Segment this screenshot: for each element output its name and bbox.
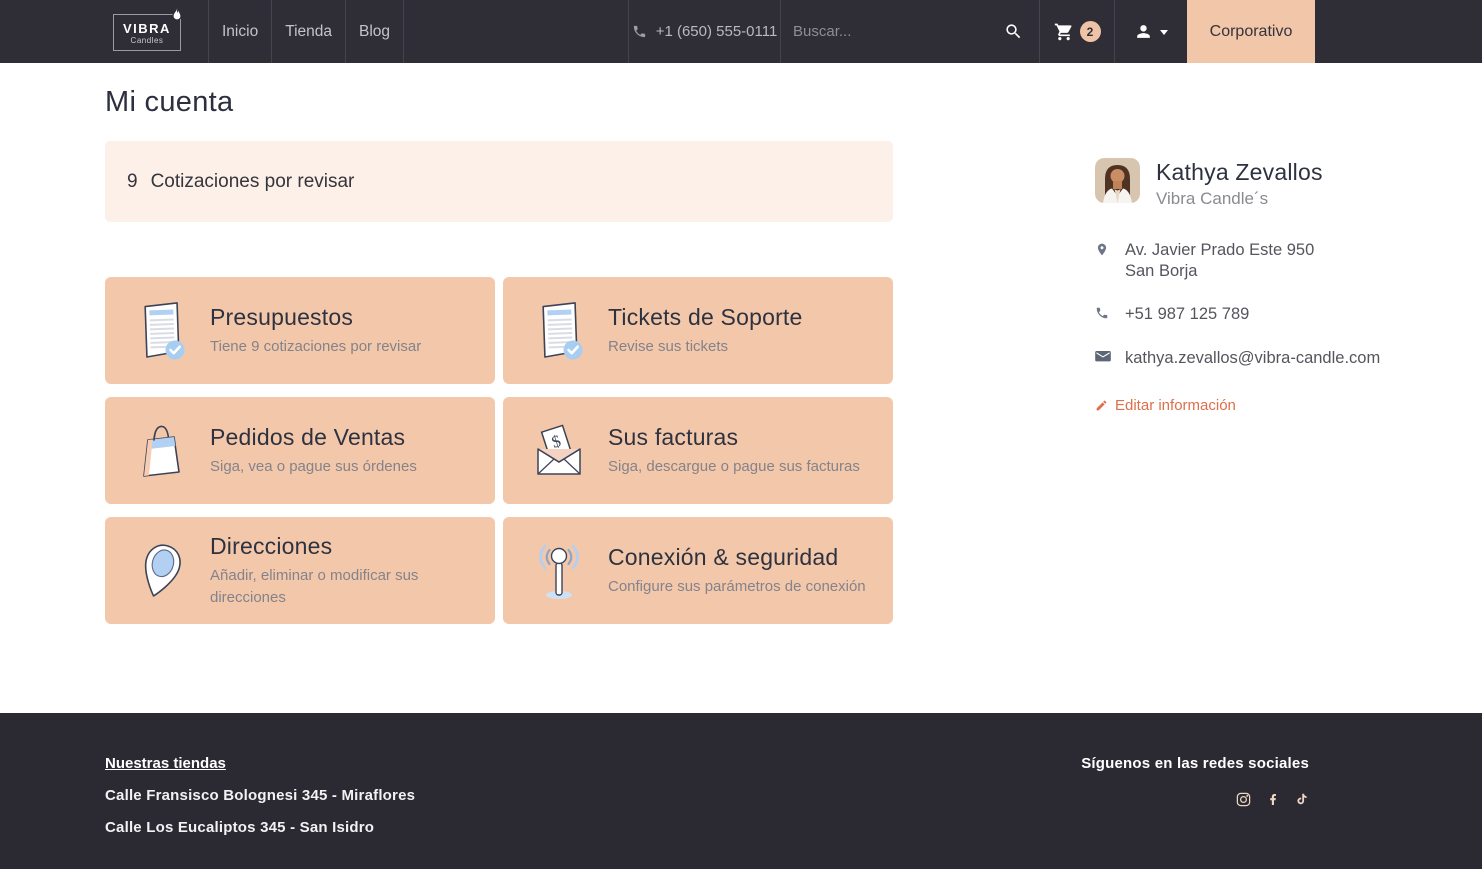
nav-spacer [404,0,628,63]
card-title: Direcciones [210,533,477,560]
edit-info-link[interactable]: Editar información [1095,397,1425,414]
cart-icon [1054,22,1074,42]
profile-phone: +51 987 125 789 [1095,304,1425,326]
card-title: Pedidos de Ventas [210,424,417,451]
footer-social: Síguenos en las redes sociales [1081,755,1309,807]
card-title: Sus facturas [608,424,860,451]
card-pedidos-ventas[interactable]: Pedidos de Ventas Siga, vea o pague sus … [105,397,495,504]
brand-logo[interactable]: VIBRA Candles [113,0,208,63]
address-line-2: San Borja [1125,262,1197,280]
profile-email: kathya.zevallos@vibra-candle.com [1095,348,1425,370]
card-sus-facturas[interactable]: $ Sus facturas Siga, descargue o pague s… [503,397,893,504]
social-title: Síguenos en las redes sociales [1081,755,1309,772]
avatar [1095,158,1140,203]
invoice-envelope-icon: $ [531,418,587,484]
antenna-icon [531,538,587,604]
card-subtitle: Configure sus parámetros de conexión [608,576,866,597]
page-title: Mi cuenta [105,86,233,119]
pencil-icon [1095,399,1108,412]
card-title: Presupuestos [210,304,421,331]
nav-end-spacer [1315,0,1482,63]
profile-company: Vibra Candle´s [1156,189,1323,209]
card-title: Tickets de Soporte [608,304,803,331]
flame-icon [169,6,185,24]
search-icon [1004,22,1023,41]
facebook-icon[interactable] [1266,791,1280,807]
search-input[interactable] [793,23,1000,40]
account-company-button[interactable]: Corporativo [1187,0,1315,63]
contact-info: Av. Javier Prado Este 950 San Borja +51 … [1095,240,1425,370]
card-subtitle: Añadir, eliminar o modificar sus direcci… [210,565,477,608]
page-footer: Nuestras tiendas Calle Fransisco Bologne… [0,713,1482,869]
tiktok-icon[interactable] [1295,791,1309,807]
nav-phone-link[interactable]: +1 (650) 555-0111 [628,0,780,63]
card-subtitle: Tiene 9 cotizaciones por revisar [210,336,421,357]
main-menu: Inicio Tienda Blog [208,0,404,63]
instagram-icon[interactable] [1236,791,1251,807]
stores-title-link[interactable]: Nuestras tiendas [105,755,226,772]
nav-item-blog[interactable]: Blog [345,0,404,63]
card-presupuestos[interactable]: Presupuestos Tiene 9 cotizaciones por re… [105,277,495,384]
card-conexion-seguridad[interactable]: Conexión & seguridad Configure sus parám… [503,517,893,624]
document-check-icon [531,298,587,364]
profile-sidebar: Kathya Zevallos Vibra Candle´s Av. Javie… [1095,158,1425,414]
address-line-1: Av. Javier Prado Este 950 [1125,241,1314,259]
search-bar [780,0,1040,63]
edit-info-label: Editar información [1115,397,1236,414]
brand-name: VIBRA [123,22,171,35]
profile-email-address: kathya.zevallos@vibra-candle.com [1125,348,1380,370]
phone-icon [1095,304,1112,326]
store-address-2: Calle Los Eucaliptos 345 - San Isidro [105,819,415,836]
cart-count-badge: 2 [1080,21,1101,42]
footer-stores: Nuestras tiendas Calle Fransisco Bologne… [105,755,415,851]
map-pin-icon [133,538,189,604]
document-check-icon [133,298,189,364]
account-cards-grid: Presupuestos Tiene 9 cotizaciones por re… [105,277,893,624]
cart-button[interactable]: 2 [1040,0,1115,63]
quotations-alert[interactable]: 9 Cotizaciones por revisar [105,141,893,222]
card-direcciones[interactable]: Direcciones Añadir, eliminar o modificar… [105,517,495,624]
card-subtitle: Siga, vea o pague sus órdenes [210,456,417,477]
shopping-bag-icon [133,418,189,484]
nav-phone-number: +1 (650) 555-0111 [656,23,778,40]
store-address-1: Calle Fransisco Bolognesi 345 - Miraflor… [105,787,415,804]
nav-item-tienda[interactable]: Tienda [271,0,345,63]
quotations-alert-text: Cotizaciones por revisar [151,171,355,193]
card-title: Conexión & seguridad [608,544,866,571]
card-subtitle: Siga, descargue o pague sus facturas [608,456,860,477]
profile-header: Kathya Zevallos Vibra Candle´s [1095,158,1425,209]
map-marker-icon [1095,240,1112,282]
card-subtitle: Revise sus tickets [608,336,803,357]
top-navbar: VIBRA Candles Inicio Tienda Blog +1 (650… [0,0,1482,63]
brand-tagline: Candles [123,37,171,45]
card-tickets-soporte[interactable]: Tickets de Soporte Revise sus tickets [503,277,893,384]
quotations-count: 9 [127,171,138,193]
profile-name: Kathya Zevallos [1156,159,1323,186]
nav-item-inicio[interactable]: Inicio [208,0,271,63]
profile-address: Av. Javier Prado Este 950 San Borja [1095,240,1425,282]
search-button[interactable] [1000,18,1027,45]
user-menu-button[interactable] [1115,0,1187,63]
envelope-icon [1095,348,1112,370]
phone-icon [632,24,647,39]
profile-phone-number: +51 987 125 789 [1125,304,1249,326]
user-icon [1134,22,1153,41]
chevron-down-icon [1160,30,1168,35]
